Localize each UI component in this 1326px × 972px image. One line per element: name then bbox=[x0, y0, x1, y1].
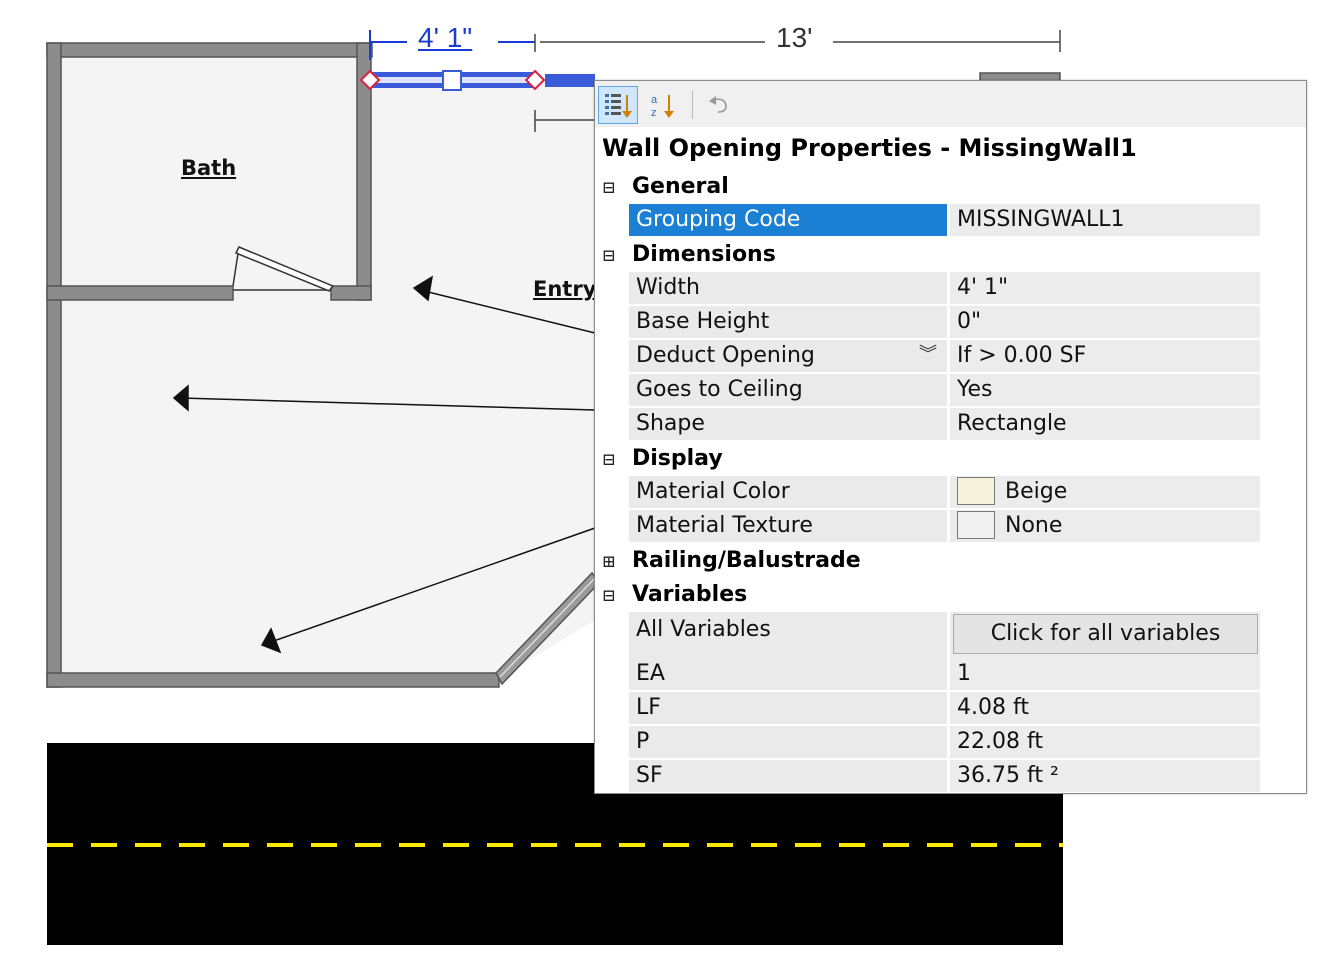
wall-top-left[interactable] bbox=[46, 42, 373, 58]
property-row-material-texture[interactable]: Material Texture None bbox=[629, 510, 1260, 542]
property-row-goes-to-ceiling[interactable]: Goes to Ceiling Yes bbox=[629, 374, 1260, 406]
property-row-grouping-code[interactable]: Grouping Code MISSINGWALL1 bbox=[629, 204, 1260, 236]
property-name[interactable]: Material Texture bbox=[629, 510, 947, 542]
category-label: Display bbox=[632, 446, 723, 471]
collapse-icon[interactable]: ⊟ bbox=[603, 584, 623, 606]
collapse-icon[interactable]: ⊟ bbox=[603, 176, 623, 198]
room-label-bath: Bath bbox=[181, 156, 237, 180]
property-row-lf[interactable]: LF 4.08 ft bbox=[629, 692, 1260, 724]
collapse-icon[interactable]: ⊟ bbox=[603, 448, 623, 470]
svg-text:z: z bbox=[651, 107, 657, 119]
properties-toolbar: a z bbox=[595, 81, 1306, 127]
property-value[interactable]: None bbox=[950, 510, 1260, 542]
property-name[interactable]: Deduct Opening ︾ bbox=[629, 340, 947, 372]
categorized-view-button[interactable] bbox=[598, 86, 638, 124]
property-value-text: None bbox=[1005, 513, 1063, 538]
wall-bath-bottom-right[interactable] bbox=[330, 285, 372, 301]
dimension-label-wall-length: 13' bbox=[776, 22, 813, 53]
property-value[interactable]: 1 bbox=[950, 658, 1260, 690]
expand-icon[interactable]: ⊞ bbox=[603, 550, 623, 572]
sort-az-icon: a z bbox=[651, 94, 674, 119]
property-name[interactable]: Shape bbox=[629, 408, 947, 440]
property-value[interactable]: 22.08 ft bbox=[950, 726, 1260, 758]
category-label: Railing/Balustrade bbox=[632, 548, 861, 573]
property-row-width[interactable]: Width 4' 1" bbox=[629, 272, 1260, 304]
wall-midpoint-handle[interactable] bbox=[442, 70, 462, 91]
category-general[interactable]: ⊟ General bbox=[595, 170, 1306, 204]
property-name-text: Deduct Opening bbox=[636, 343, 815, 368]
property-value[interactable]: 4' 1" bbox=[950, 272, 1260, 304]
property-name[interactable]: Grouping Code bbox=[629, 204, 947, 236]
property-name[interactable]: SF bbox=[629, 760, 947, 792]
property-row-deduct-opening[interactable]: Deduct Opening ︾ If > 0.00 SF bbox=[629, 340, 1260, 372]
dimension-label-opening-width[interactable]: 4' 1" bbox=[418, 24, 472, 52]
property-row-ea[interactable]: EA 1 bbox=[629, 658, 1260, 690]
property-value[interactable]: MISSINGWALL1 bbox=[950, 204, 1260, 236]
wall-left[interactable] bbox=[46, 42, 62, 688]
property-name[interactable]: P bbox=[629, 726, 947, 758]
property-value-area: Click for all variables bbox=[950, 612, 1260, 658]
property-name[interactable]: LF bbox=[629, 692, 947, 724]
category-display[interactable]: ⊟ Display bbox=[595, 442, 1306, 476]
color-swatch[interactable] bbox=[957, 476, 995, 505]
property-name[interactable]: All Variables bbox=[629, 612, 947, 658]
property-value[interactable]: 4.08 ft bbox=[950, 692, 1260, 724]
undo-button[interactable] bbox=[699, 86, 739, 124]
alphabetical-sort-button[interactable]: a z bbox=[643, 86, 683, 124]
texture-swatch[interactable] bbox=[957, 510, 995, 539]
property-row-material-color[interactable]: Material Color Beige bbox=[629, 476, 1260, 508]
category-label: General bbox=[632, 174, 729, 199]
wall-bath-bottom-left[interactable] bbox=[46, 285, 234, 301]
property-value[interactable]: Rectangle bbox=[950, 408, 1260, 440]
property-value-text: Beige bbox=[1005, 479, 1068, 504]
wall-opening-properties-panel[interactable]: a z Wall Opening Properties - MissingWal… bbox=[594, 80, 1307, 794]
property-value[interactable]: Beige bbox=[950, 476, 1260, 508]
undo-icon bbox=[709, 96, 727, 113]
svg-text:a: a bbox=[651, 94, 658, 106]
property-name[interactable]: EA bbox=[629, 658, 947, 690]
category-label: Variables bbox=[632, 582, 748, 607]
property-name[interactable]: Base Height bbox=[629, 306, 947, 338]
property-row-base-height[interactable]: Base Height 0" bbox=[629, 306, 1260, 338]
panel-title: Wall Opening Properties - MissingWall1 bbox=[602, 134, 1137, 162]
property-value[interactable]: 36.75 ft ² bbox=[950, 760, 1260, 792]
collapse-icon[interactable]: ⊟ bbox=[603, 244, 623, 266]
property-name[interactable]: Goes to Ceiling bbox=[629, 374, 947, 406]
category-dimensions[interactable]: ⊟ Dimensions bbox=[595, 238, 1306, 272]
property-row-sf[interactable]: SF 36.75 ft ² bbox=[629, 760, 1260, 792]
property-name[interactable]: Material Color bbox=[629, 476, 947, 508]
property-name[interactable]: Width bbox=[629, 272, 947, 304]
property-value[interactable]: 0" bbox=[950, 306, 1260, 338]
property-row-all-variables[interactable]: All Variables Click for all variables bbox=[629, 612, 1260, 658]
expand-chevron-icon[interactable]: ︾ bbox=[919, 340, 937, 370]
category-label: Dimensions bbox=[632, 242, 776, 267]
wall-bottom[interactable] bbox=[46, 672, 500, 688]
property-value[interactable]: Yes bbox=[950, 374, 1260, 406]
all-variables-button[interactable]: Click for all variables bbox=[953, 614, 1258, 654]
property-value[interactable]: If > 0.00 SF bbox=[950, 340, 1260, 372]
categorized-icon bbox=[605, 94, 632, 118]
property-row-shape[interactable]: Shape Rectangle bbox=[629, 408, 1260, 440]
category-variables[interactable]: ⊟ Variables bbox=[595, 578, 1306, 612]
category-railing-balustrade[interactable]: ⊞ Railing/Balustrade bbox=[595, 544, 1306, 578]
toolbar-separator bbox=[692, 91, 693, 119]
property-row-p[interactable]: P 22.08 ft bbox=[629, 726, 1260, 758]
